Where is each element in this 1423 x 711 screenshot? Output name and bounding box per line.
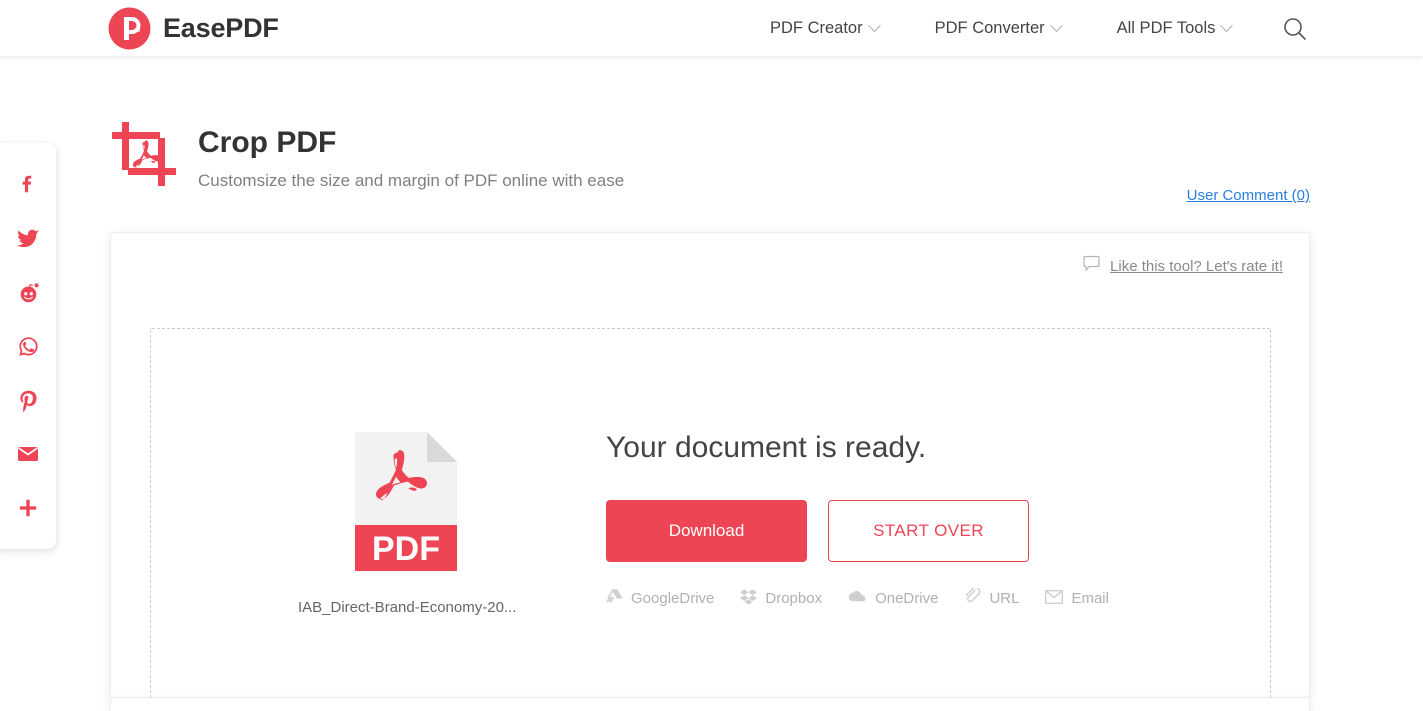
save-to-url[interactable]: URL	[964, 586, 1020, 609]
onedrive-icon	[848, 590, 867, 607]
brand-logo-link[interactable]: co EasePDF	[108, 7, 279, 50]
result-dropzone: PDF IAB_Direct-Brand-Economy-20... Your …	[150, 328, 1271, 711]
facebook-icon[interactable]	[1, 157, 55, 211]
card-footer-strip	[110, 698, 1310, 711]
save-to-dropbox[interactable]: Dropbox	[740, 588, 823, 609]
site-header: co EasePDF PDF Creator PDF Converter All…	[0, 0, 1423, 56]
email-icon[interactable]	[1, 427, 55, 481]
save-target-label: OneDrive	[875, 590, 939, 607]
twitter-icon[interactable]	[1, 211, 55, 265]
nav-item-label: PDF Creator	[770, 18, 863, 37]
save-target-label: Email	[1071, 590, 1109, 607]
page-body: Crop PDF Customsize the size and margin …	[0, 56, 1423, 711]
plus-icon[interactable]	[1, 481, 55, 535]
whatsapp-icon[interactable]	[1, 319, 55, 373]
dropbox-icon	[740, 588, 758, 609]
page-subtitle: Customsize the size and margin of PDF on…	[198, 171, 625, 190]
rate-tool-label: Like this tool? Let's rate it!	[1110, 257, 1283, 275]
save-target-label: URL	[989, 590, 1020, 607]
crop-pdf-icon	[108, 118, 186, 196]
page-title-block: Crop PDF Customsize the size and margin …	[198, 124, 624, 192]
chevron-down-icon	[867, 18, 881, 32]
speech-bubble-icon	[1083, 255, 1101, 277]
file-name: IAB_Direct-Brand-Economy-20...	[298, 599, 517, 616]
link-icon	[964, 586, 981, 609]
save-target-label: GoogleDrive	[631, 590, 715, 607]
save-to-email[interactable]: Email	[1045, 589, 1109, 608]
page-header-row: Crop PDF Customsize the size and margin …	[108, 118, 1310, 204]
easepdf-logo-icon: co	[108, 7, 151, 50]
nav-item-label: PDF Converter	[934, 18, 1045, 37]
file-preview[interactable]: PDF IAB_Direct-Brand-Economy-20...	[298, 429, 517, 616]
result-panel: Your document is ready. Download START O…	[606, 429, 1109, 609]
envelope-icon	[1045, 589, 1064, 608]
pinterest-icon[interactable]	[1, 373, 55, 427]
chevron-down-icon	[1220, 18, 1234, 32]
save-target-label: Dropbox	[765, 590, 823, 607]
nav-item-all-pdf-tools[interactable]: All PDF Tools	[1116, 18, 1234, 38]
start-over-button[interactable]: START OVER	[828, 500, 1029, 562]
svg-text:PDF: PDF	[372, 530, 440, 568]
page-title: Crop PDF	[198, 126, 337, 159]
social-share-sidebar	[0, 143, 56, 549]
save-to-onedrive[interactable]: OneDrive	[848, 590, 938, 607]
tool-card: Like this tool? Let's rate it! PDF IAB_D…	[110, 232, 1310, 711]
result-heading: Your document is ready.	[606, 431, 927, 464]
save-targets-row: GoogleDrive Dropbox OneDrive URL Email	[606, 586, 1109, 609]
download-button[interactable]: Download	[606, 500, 807, 562]
rate-tool-link[interactable]: Like this tool? Let's rate it!	[1083, 255, 1283, 277]
user-comment-link[interactable]: User Comment (0)	[1187, 187, 1310, 204]
nav-item-pdf-creator[interactable]: PDF Creator	[770, 18, 881, 38]
chevron-down-icon	[1049, 18, 1063, 32]
search-icon[interactable]	[1282, 16, 1308, 42]
save-to-googledrive[interactable]: GoogleDrive	[606, 589, 714, 608]
reddit-icon[interactable]	[1, 265, 55, 319]
brand-name: EasePDF	[163, 12, 279, 43]
google-drive-icon	[606, 589, 623, 608]
result-actions: Download START OVER	[606, 500, 1109, 562]
main-nav: PDF Creator PDF Converter All PDF Tools	[770, 19, 1287, 38]
nav-item-pdf-converter[interactable]: PDF Converter	[934, 18, 1063, 38]
svg-text:co: co	[134, 28, 141, 34]
pdf-file-icon: PDF	[352, 432, 460, 578]
nav-item-label: All PDF Tools	[1116, 18, 1216, 37]
